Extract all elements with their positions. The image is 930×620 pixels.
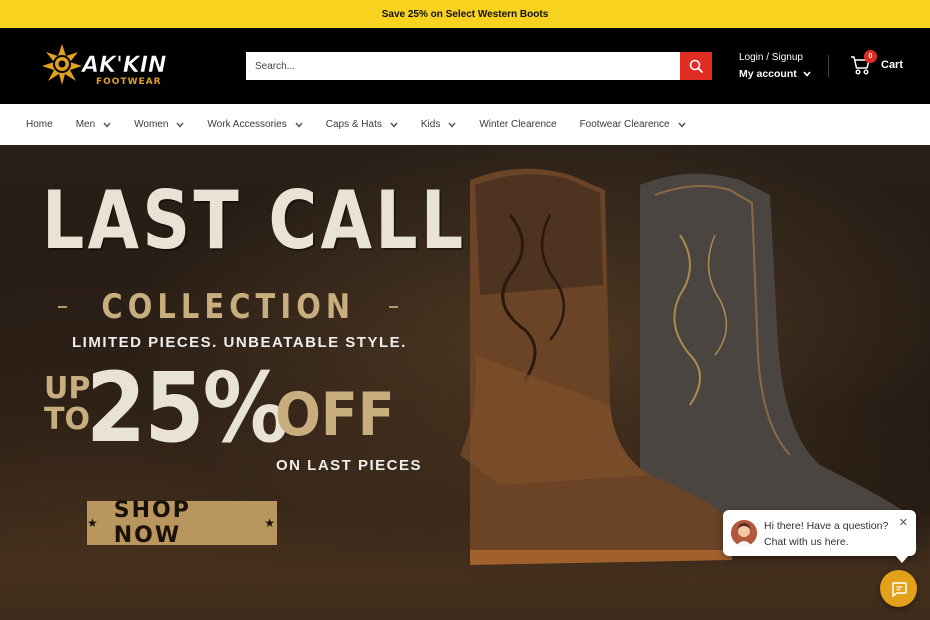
nav-item-winter-clearence[interactable]: Winter Clearence — [479, 119, 556, 130]
logo-subtext: FOOTWEAR — [96, 77, 162, 87]
hero-up-to: UP TO — [44, 373, 90, 435]
search-button[interactable] — [680, 52, 712, 80]
login-signup-link[interactable]: Login / Signup — [739, 52, 811, 63]
nav-item-label: Work Accessories — [207, 119, 287, 130]
main-nav: Home Men Women Work Accessories Caps & H… — [0, 104, 930, 145]
nav-item-women[interactable]: Women — [134, 119, 184, 130]
hero-off: OFF — [275, 380, 395, 450]
hero-collection: COLLECTION — [101, 287, 355, 327]
divider-line — [58, 306, 67, 308]
star-icon: ★ — [87, 516, 100, 530]
nav-item-footwear-clearence[interactable]: Footwear Clearence — [580, 119, 686, 130]
announcement-bar[interactable]: Save 25% on Select Western Boots — [0, 0, 930, 28]
chat-greeting-bubble[interactable]: Hi there! Have a question? Chat with us … — [723, 510, 916, 556]
cart-button[interactable]: 0 Cart — [850, 50, 904, 76]
nav-item-men[interactable]: Men — [76, 119, 111, 130]
cart-label: Cart — [881, 59, 904, 71]
site-header: AK'KIN FOOTWEAR Login / Signup My accoun… — [0, 28, 930, 104]
logo-text: AK'KIN — [80, 53, 166, 78]
nav-item-label: Kids — [420, 119, 441, 130]
hero-percent: 25% — [86, 352, 289, 464]
shop-now-label: SHOP NOW — [113, 498, 191, 548]
agent-avatar — [731, 520, 757, 546]
chat-bubble-tail — [895, 555, 909, 563]
chevron-down-icon — [176, 122, 184, 128]
my-account-dropdown[interactable]: My account — [739, 68, 811, 80]
search-icon — [689, 59, 703, 73]
my-account-label: My account — [739, 68, 797, 80]
nav-item-caps-hats[interactable]: Caps & Hats — [326, 119, 398, 130]
hero-on-last-pieces: ON LAST PIECES — [276, 457, 423, 474]
nav-item-home[interactable]: Home — [26, 119, 53, 130]
hero-collection-row: COLLECTION — [58, 287, 399, 327]
chat-icon — [891, 581, 907, 597]
star-icon: ★ — [264, 516, 277, 530]
nav-item-label: Men — [75, 119, 96, 130]
header-divider — [828, 55, 829, 77]
account-menu: Login / Signup My account — [739, 52, 811, 80]
chevron-down-icon — [390, 122, 398, 128]
chevron-down-icon — [295, 122, 303, 128]
chevron-down-icon — [103, 122, 111, 128]
nav-item-label: Home — [26, 119, 53, 130]
shop-now-button[interactable]: ★ SHOP NOW ★ — [87, 498, 277, 548]
chevron-down-icon — [678, 122, 686, 128]
close-icon[interactable]: ✕ — [899, 516, 908, 529]
hero-up: UP — [44, 371, 91, 406]
cart-icon: 0 — [850, 50, 877, 76]
chat-launcher-button[interactable] — [880, 570, 917, 607]
nav-item-work-accessories[interactable]: Work Accessories — [207, 119, 303, 130]
chevron-down-icon — [803, 71, 811, 77]
cart-count-badge: 0 — [864, 50, 877, 63]
chat-line-2: Chat with us here. — [764, 536, 849, 548]
nav-item-label: Women — [134, 119, 169, 130]
nav-item-label: Footwear Clearence — [579, 119, 670, 130]
search-input[interactable] — [246, 52, 680, 80]
divider-line — [389, 306, 399, 308]
chat-greeting-text: Hi there! Have a question? Chat with us … — [764, 518, 888, 550]
announcement-text[interactable]: Save 25% on Select Western Boots — [382, 9, 549, 20]
site-logo[interactable]: AK'KIN FOOTWEAR — [42, 42, 192, 88]
logo-graphic: AK'KIN FOOTWEAR — [42, 44, 167, 87]
nav-item-label: Winter Clearence — [479, 119, 557, 130]
hero-title: LAST CALL — [42, 174, 467, 267]
hero-to: TO — [44, 402, 90, 437]
chevron-down-icon — [448, 122, 456, 128]
hero-subtitle: LIMITED PIECES. UNBEATABLE STYLE. — [72, 334, 407, 351]
nav-item-label: Caps & Hats — [325, 119, 382, 130]
search-bar — [246, 52, 712, 80]
chat-line-1: Hi there! Have a question? — [764, 520, 889, 532]
nav-item-kids[interactable]: Kids — [421, 119, 456, 130]
